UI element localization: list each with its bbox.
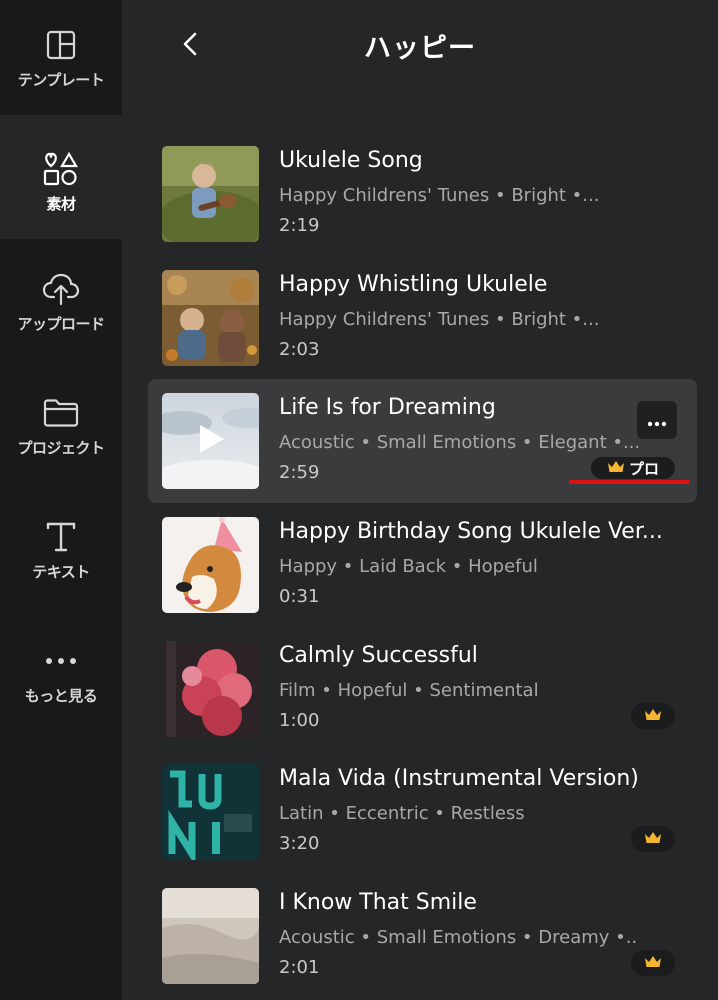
track-item[interactable]: I Know That Smile Acoustic • Small Emoti…: [148, 874, 697, 998]
track-duration: 1:00: [279, 710, 320, 731]
track-tags: Film • Hopeful • Sentimental: [279, 680, 539, 701]
premium-badge: [631, 826, 675, 852]
premium-badge: [631, 950, 675, 976]
track-title: Life Is for Dreaming: [279, 395, 496, 420]
track-tags: Acoustic • Small Emotions • Dreamy •...: [279, 927, 639, 948]
sidebar-item-more[interactable]: もっと見る: [0, 611, 122, 735]
text-T-icon: [41, 517, 81, 557]
elements-shapes-icon: [41, 149, 81, 189]
track-title: I Know That Smile: [279, 890, 477, 915]
track-thumbnail: [162, 764, 259, 860]
track-thumbnail: [162, 393, 259, 489]
track-tags: Latin • Eccentric • Restless: [279, 803, 525, 824]
sidebar-item-elements[interactable]: 素材: [0, 123, 122, 239]
track-item[interactable]: Ukulele Song Happy Childrens' Tunes • Br…: [148, 132, 697, 256]
track-tags: Happy • Laid Back • Hopeful: [279, 556, 538, 577]
page-title: ハッピー: [364, 33, 476, 64]
track-duration: 0:31: [279, 586, 320, 607]
sidebar-item-templates[interactable]: テンプレート: [0, 0, 122, 115]
sidebar-item-label: もっと見る: [24, 686, 98, 705]
sidebar-item-projects[interactable]: プロジェクト: [0, 363, 122, 487]
sidebar-item-label: テキスト: [32, 562, 90, 581]
track-tags: Happy Childrens' Tunes • Bright •...: [279, 185, 600, 206]
music-panel: ハッピー Ukulele Song Happy Childrens' Tunes…: [122, 0, 718, 1000]
track-duration: 3:20: [279, 833, 320, 854]
annotation-underline: [569, 480, 690, 484]
sidebar-item-label: プロジェクト: [17, 438, 105, 457]
track-title: Ukulele Song: [279, 148, 423, 173]
sidebar-item-label: テンプレート: [17, 71, 105, 89]
crown-icon: [644, 707, 662, 726]
crown-icon: [644, 830, 662, 849]
sidebar-item-uploads[interactable]: アップロード: [0, 239, 122, 363]
track-title: Mala Vida (Instrumental Version): [279, 766, 639, 791]
pro-badge: プロ: [591, 457, 675, 479]
folder-icon: [41, 393, 81, 433]
track-item[interactable]: Mala Vida (Instrumental Version) Latin •…: [148, 750, 697, 874]
track-title: Happy Birthday Song Ukulele Ver...: [279, 519, 663, 544]
premium-badge: [631, 703, 675, 729]
track-duration: 2:03: [279, 339, 320, 360]
template-layout-icon: [41, 25, 81, 65]
track-item-hovered[interactable]: Life Is for Dreaming Acoustic • Small Em…: [148, 379, 697, 503]
track-title: Happy Whistling Ukulele: [279, 272, 548, 297]
sidebar-item-label: アップロード: [17, 314, 105, 333]
more-options-button[interactable]: [637, 401, 677, 439]
track-item[interactable]: Calmly Successful Film • Hopeful • Senti…: [148, 627, 697, 751]
track-thumbnail: [162, 888, 259, 984]
more-dots-icon: [41, 641, 81, 681]
track-thumbnail: [162, 641, 259, 737]
track-title: Calmly Successful: [279, 643, 478, 668]
pro-label: プロ: [628, 459, 659, 478]
sidebar-item-label: 素材: [46, 194, 76, 213]
track-duration: 2:01: [279, 957, 320, 978]
track-item[interactable]: Happy Whistling Ukulele Happy Childrens'…: [148, 256, 697, 380]
track-duration: 2:59: [279, 462, 320, 483]
sidebar-item-text[interactable]: テキスト: [0, 487, 122, 611]
track-item[interactable]: Happy Birthday Song Ukulele Ver... Happy…: [148, 503, 697, 627]
more-dots-icon: [647, 408, 667, 432]
crown-icon: [644, 954, 662, 973]
play-icon[interactable]: [198, 423, 226, 459]
crown-icon: [607, 459, 625, 478]
sidebar: テンプレート 素材 アップロード プロジェクト テキスト もっと見る: [0, 0, 122, 1000]
track-tags: Acoustic • Small Emotions • Elegant •...: [279, 432, 639, 453]
track-thumbnail: [162, 146, 259, 242]
track-thumbnail: [162, 517, 259, 613]
cloud-upload-icon: [41, 269, 81, 309]
track-duration: 2:19: [279, 215, 320, 236]
track-tags: Happy Childrens' Tunes • Bright •...: [279, 309, 600, 330]
track-thumbnail: [162, 270, 259, 366]
